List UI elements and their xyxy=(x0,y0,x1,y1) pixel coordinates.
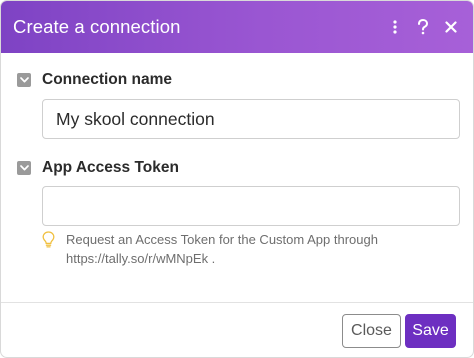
access-token-field-header: App Access Token xyxy=(17,159,179,177)
lightbulb-icon xyxy=(42,231,56,253)
hint-line-1: Request an Access Token for the Custom A… xyxy=(66,232,378,247)
collapse-chevron-icon[interactable] xyxy=(17,161,31,175)
hint-text: Request an Access Token for the Custom A… xyxy=(66,230,378,268)
connection-name-label: Connection name xyxy=(42,71,173,88)
save-button[interactable]: Save xyxy=(405,314,456,348)
dialog-header: Create a connection xyxy=(1,1,473,53)
footer-divider xyxy=(1,302,473,303)
access-token-hint: Request an Access Token for the Custom A… xyxy=(42,230,462,268)
connection-name-field-header: Connection name xyxy=(17,71,172,89)
create-connection-dialog: Create a connection Connection name My s… xyxy=(0,0,474,358)
dialog-title: Create a connection xyxy=(13,16,181,37)
close-button[interactable]: Close xyxy=(342,314,401,348)
close-icon[interactable] xyxy=(437,13,465,41)
connection-name-input[interactable] xyxy=(42,99,460,139)
help-icon[interactable] xyxy=(409,13,437,41)
access-token-label: App Access Token xyxy=(42,159,179,176)
collapse-chevron-icon[interactable] xyxy=(17,73,31,87)
hint-line-2: https://tally.so/r/wMNpEk . xyxy=(66,251,216,266)
access-token-input[interactable] xyxy=(42,186,460,226)
more-vertical-icon[interactable] xyxy=(381,13,409,41)
